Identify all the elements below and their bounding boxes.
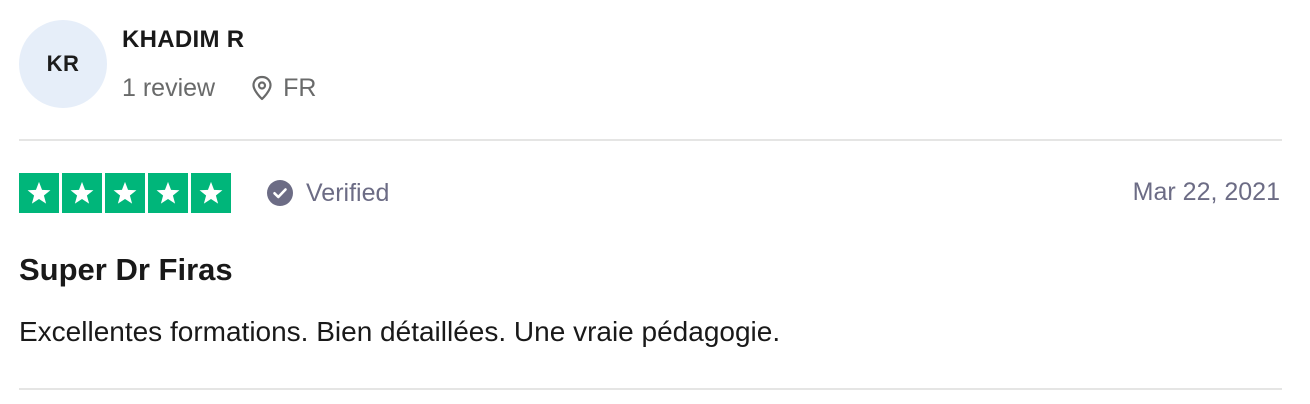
divider-top (19, 139, 1282, 141)
check-circle-icon (266, 179, 294, 207)
star-icon (105, 173, 145, 213)
avatar-initials: KR (46, 51, 80, 76)
location-pin-icon (251, 75, 273, 101)
review-text: Excellentes formations. Bien détaillées.… (19, 316, 781, 347)
verified-label: Verified (306, 178, 390, 207)
review-title[interactable]: Super Dr Firas (19, 252, 233, 288)
star-icon (148, 173, 188, 213)
avatar[interactable]: KR (19, 20, 107, 108)
review-card: KR KHADIM R 1 review FR Verified Mar 22,… (0, 0, 1310, 404)
verified-badge[interactable]: Verified (266, 176, 389, 210)
reviewer-meta: 1 review FR (122, 72, 316, 104)
star-icon (19, 173, 59, 213)
star-icon (62, 173, 102, 213)
star-rating (19, 173, 231, 213)
reviewer-name[interactable]: KHADIM R (122, 26, 244, 54)
review-count: 1 review (122, 73, 216, 102)
review-date: Mar 22, 2021 (1132, 178, 1280, 206)
divider-bottom (19, 388, 1282, 390)
star-icon (191, 173, 231, 213)
reviewer-location: FR (283, 73, 317, 102)
